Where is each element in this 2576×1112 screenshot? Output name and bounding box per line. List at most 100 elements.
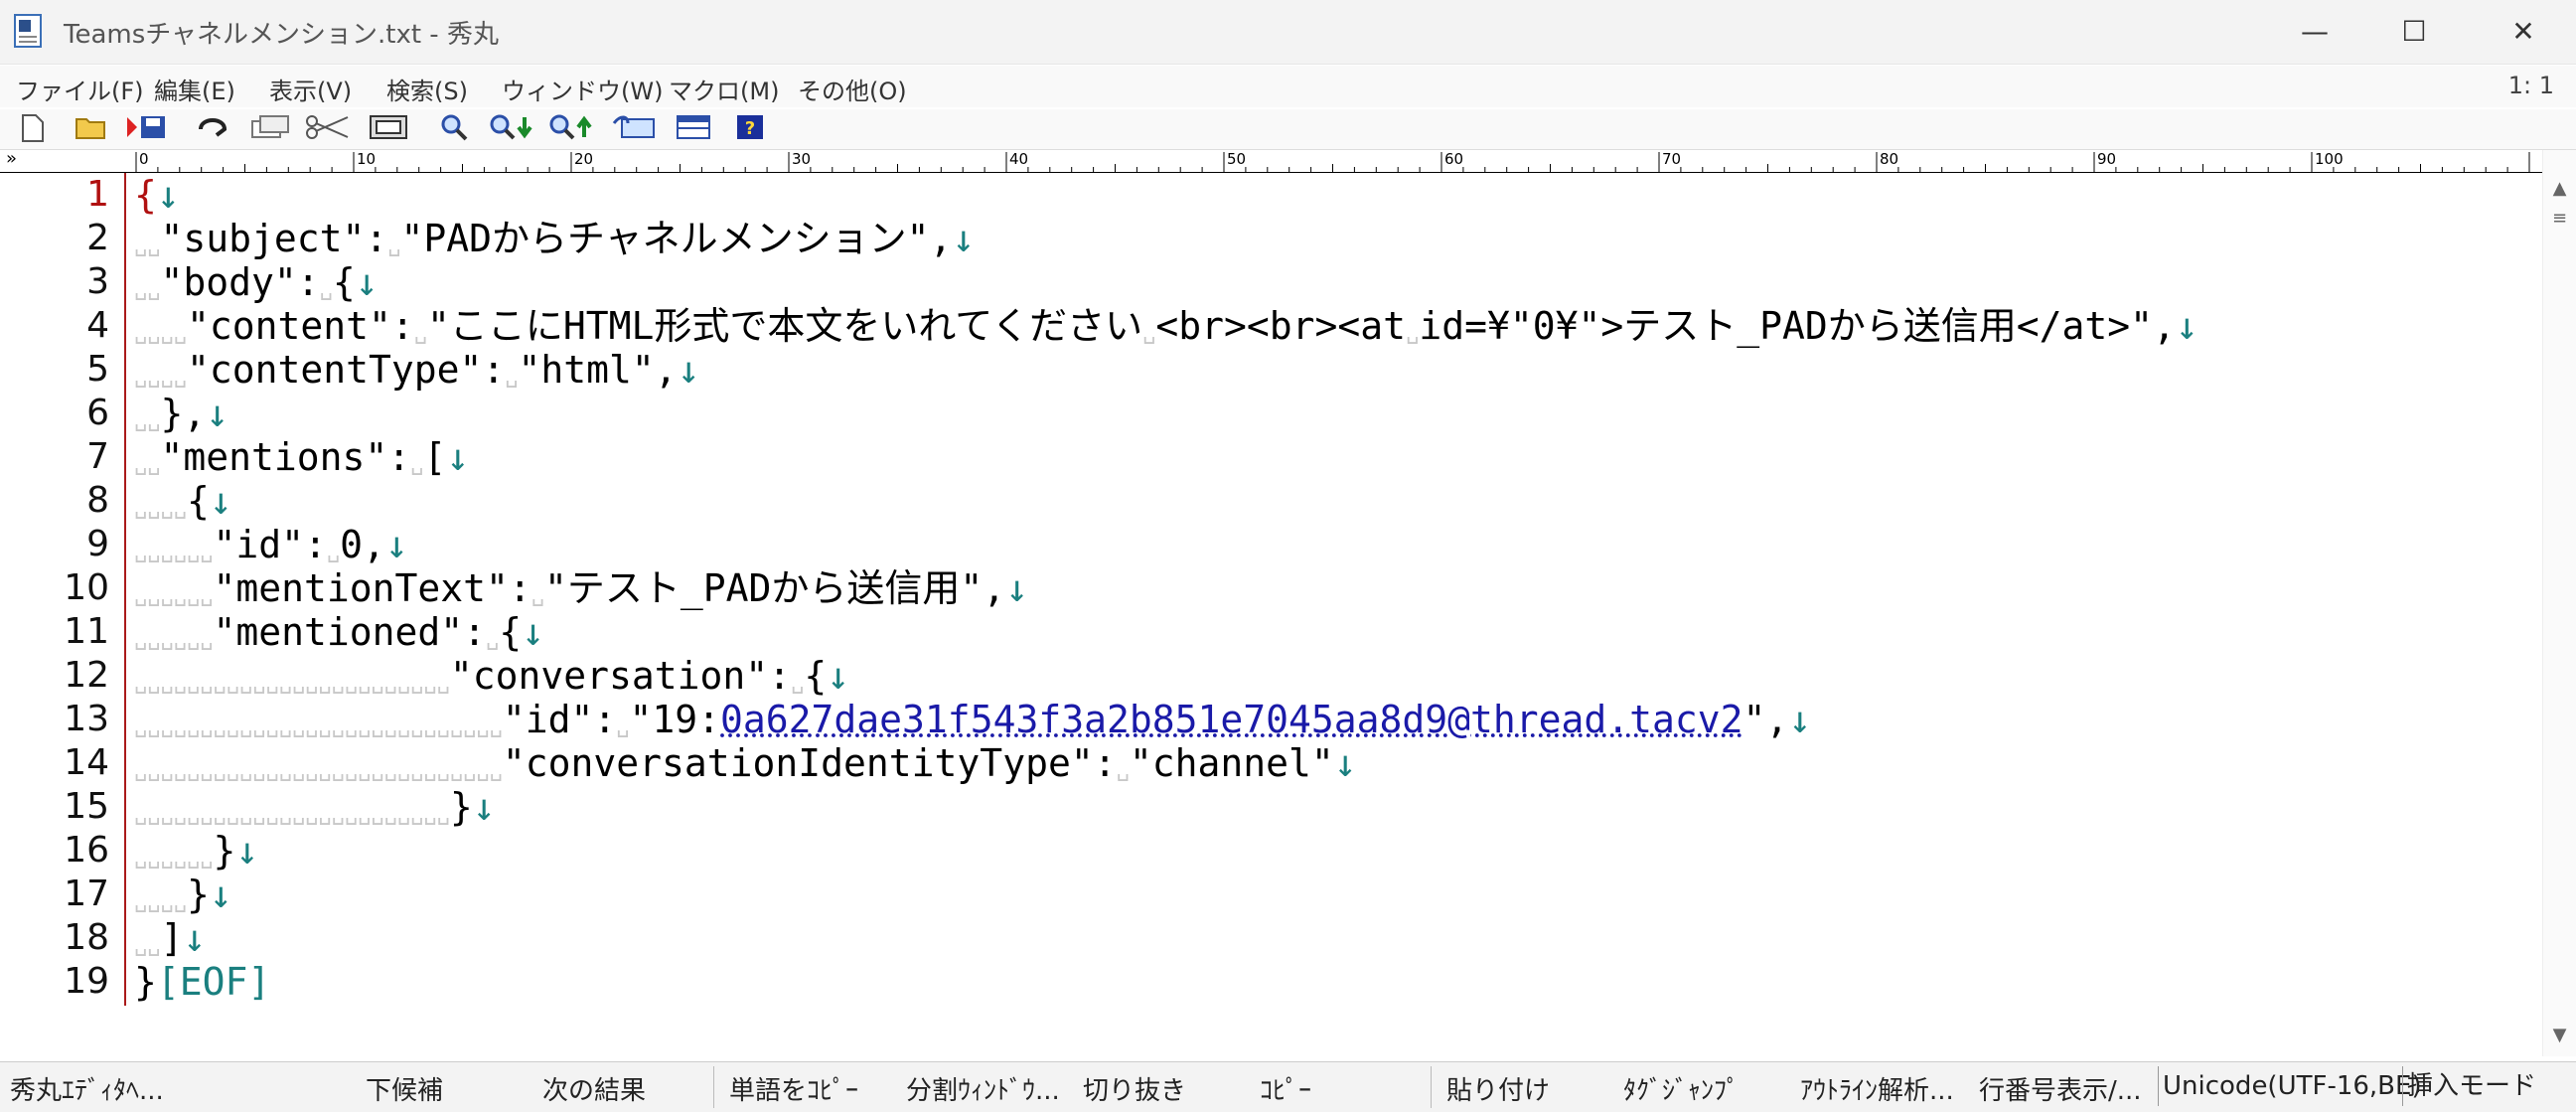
ruler-label: 80 [1880,150,1898,168]
fkey-1[interactable]: 秀丸ｴﾃﾞｨﾀﾍ... [10,1070,164,1107]
thread-id-link[interactable]: 0a627dae31f543f3a2b851e7045aa8d9@thread.… [720,698,1743,741]
menu-file[interactable]: ファイル(F) [16,72,144,106]
line-number[interactable]: 4 [0,304,109,348]
fkey-11[interactable]: 行番号表示/... [1979,1070,2142,1107]
editor-line[interactable]: 3 ␣␣"body":␣{↓ [0,260,2533,304]
menu-edit[interactable]: 編集(E) [154,72,235,106]
editor-line[interactable]: 17 ␣␣␣␣}↓ [0,873,2533,916]
editor-line[interactable]: 8 ␣␣␣␣{↓ [0,479,2533,523]
editor-line[interactable]: 15 ␣␣␣␣␣␣␣␣␣␣␣␣␣␣␣␣␣␣␣␣␣␣␣␣}↓ [0,785,2533,829]
fkey-5[interactable]: 分割ｳｨﾝﾄﾞｳ... [906,1070,1060,1107]
line-number[interactable]: 6 [0,392,109,435]
editor-line[interactable]: 1 {↓ [0,173,2533,217]
editor-line[interactable]: 18 ␣␣]↓ [0,916,2533,960]
editor-line[interactable]: 6 ␣␣},↓ [0,392,2533,435]
editor-line[interactable]: 5 ␣␣␣␣"contentType":␣"html",↓ [0,348,2533,392]
hidemaru-app-icon[interactable] [14,14,42,48]
scroll-thumb[interactable]: ≡ [2543,208,2576,229]
fkey-3[interactable]: 次の結果 [542,1070,646,1107]
ruler-ticks: 0 10 20 30 40 50 60 70 80 90 100 [135,150,2530,172]
help-icon[interactable]: ? [733,113,767,145]
line-text: }[EOF] [134,960,270,1004]
line-number[interactable]: 11 [0,610,109,654]
editor-line[interactable]: 11 ␣␣␣␣␣␣"mentioned":␣{↓ [0,610,2533,654]
maximize-button[interactable]: ☐ [2364,0,2464,64]
menu-macro[interactable]: マクロ(M) [669,72,779,106]
space-mark: ␣␣ [134,932,161,957]
code-text: } [213,829,236,873]
find-icon[interactable] [437,113,471,145]
code-text: [ [423,435,447,479]
line-number[interactable]: 19 [0,960,109,1004]
line-number[interactable]: 16 [0,829,109,873]
vertical-scrollbar[interactable]: ▲ ≡ ▼ [2542,150,2576,1056]
editor-line[interactable]: 12 ␣␣␣␣␣␣␣␣␣␣␣␣␣␣␣␣␣␣␣␣␣␣␣␣"conversation"… [0,654,2533,698]
ruler-label: 30 [792,150,811,168]
code-text: { [332,260,356,304]
menu-window[interactable]: ウィンドウ(W) [502,72,663,106]
space-mark: ␣ [616,714,630,738]
close-button[interactable]: ✕ [2474,0,2573,64]
scroll-up-icon[interactable]: ▲ [2543,178,2576,199]
encoding-status[interactable]: Unicode(UTF-16,BE) [2158,1066,2422,1106]
space-mark: ␣ [1142,320,1156,345]
line-number[interactable]: 5 [0,348,109,392]
scroll-down-icon[interactable]: ▼ [2543,1025,2576,1045]
fkey-10[interactable]: ｱｳﾄﾗｲﾝ解析... [1800,1070,1954,1107]
space-mark: ␣␣ [134,407,161,432]
line-number[interactable]: 15 [0,785,109,829]
find-next-icon[interactable] [489,113,532,145]
fkey-4[interactable]: 単語をｺﾋﾟｰ [729,1070,858,1107]
grep-icon[interactable] [612,113,655,145]
fkey-7[interactable]: ｺﾋﾟｰ [1260,1070,1311,1107]
fkey-2[interactable]: 下候補 [366,1070,443,1107]
line-number[interactable]: 12 [0,654,109,698]
line-number[interactable]: 13 [0,698,109,741]
fkey-9[interactable]: ﾀｸﾞｼﾞｬﾝﾌﾟ [1623,1070,1740,1107]
editor-line[interactable]: 2 ␣␣"subject":␣"PADからチャネルメンション",↓ [0,217,2533,260]
line-number[interactable]: 8 [0,479,109,523]
editor-line[interactable]: 4 ␣␣␣␣"content":␣"ここにHTML形式で本文をいれてください␣<b… [0,304,2533,348]
editor-line[interactable]: 16 ␣␣␣␣␣␣}↓ [0,829,2533,873]
cut-icon[interactable] [304,113,349,145]
new-file-icon[interactable] [16,113,50,145]
line-number[interactable]: 7 [0,435,109,479]
fkey-6[interactable]: 切り抜き [1083,1070,1186,1107]
line-number[interactable]: 10 [0,566,109,610]
line-number[interactable]: 3 [0,260,109,304]
menu-view[interactable]: 表示(V) [269,72,352,106]
editor-line[interactable]: 13 ␣␣␣␣␣␣␣␣␣␣␣␣␣␣␣␣␣␣␣␣␣␣␣␣␣␣␣␣"id":␣"19:… [0,698,2533,741]
editor-line[interactable]: 19 }[EOF] [0,960,2533,1004]
newline-mark: ↓ [206,392,229,435]
menu-other[interactable]: その他(O) [798,72,907,106]
space-mark: ␣␣␣␣ [134,495,187,520]
split-window-icon[interactable] [676,113,710,145]
fkey-8[interactable]: 貼り付け [1446,1070,1550,1107]
copy-window-icon[interactable] [248,113,289,145]
space-mark: ␣␣␣␣ [134,364,187,389]
line-number[interactable]: 18 [0,916,109,960]
space-mark: ␣␣␣␣␣␣␣␣␣␣␣␣␣␣␣␣␣␣␣␣␣␣␣␣␣␣␣␣ [134,757,503,782]
editor-line[interactable]: 9 ␣␣␣␣␣␣"id":␣0,↓ [0,523,2533,566]
editor-line[interactable]: 10 ␣␣␣␣␣␣"mentionText":␣"テスト_PADから送信用",↓ [0,566,2533,610]
space-mark: ␣␣ [134,276,161,301]
minimize-button[interactable]: — [2265,0,2364,64]
insert-mode-status[interactable]: 挿入モード [2402,1066,2556,1106]
line-number[interactable]: 17 [0,873,109,916]
newline-mark: ↓ [355,260,379,304]
space-mark: ␣␣␣␣␣␣␣␣␣␣␣␣␣␣␣␣␣␣␣␣␣␣␣␣ [134,670,450,695]
editor-area[interactable]: 1 {↓ 2 ␣␣"subject":␣"PADからチャネルメンション",↓ 3 ␣␣"b… [0,173,2543,1057]
line-number[interactable]: 1 [0,173,109,217]
line-number[interactable]: 14 [0,741,109,785]
space-mark: ␣ [486,626,500,651]
line-number[interactable]: 2 [0,217,109,260]
line-number[interactable]: 9 [0,523,109,566]
menu-search[interactable]: 検索(S) [386,72,468,106]
paste-icon[interactable] [368,113,407,145]
editor-line[interactable]: 7 ␣␣"mentions":␣[↓ [0,435,2533,479]
find-prev-icon[interactable] [548,113,592,145]
save-icon[interactable] [125,113,165,145]
undo-icon[interactable] [195,113,228,145]
open-folder-icon[interactable] [74,113,107,145]
editor-line[interactable]: 14 ␣␣␣␣␣␣␣␣␣␣␣␣␣␣␣␣␣␣␣␣␣␣␣␣␣␣␣␣"conversat… [0,741,2533,785]
